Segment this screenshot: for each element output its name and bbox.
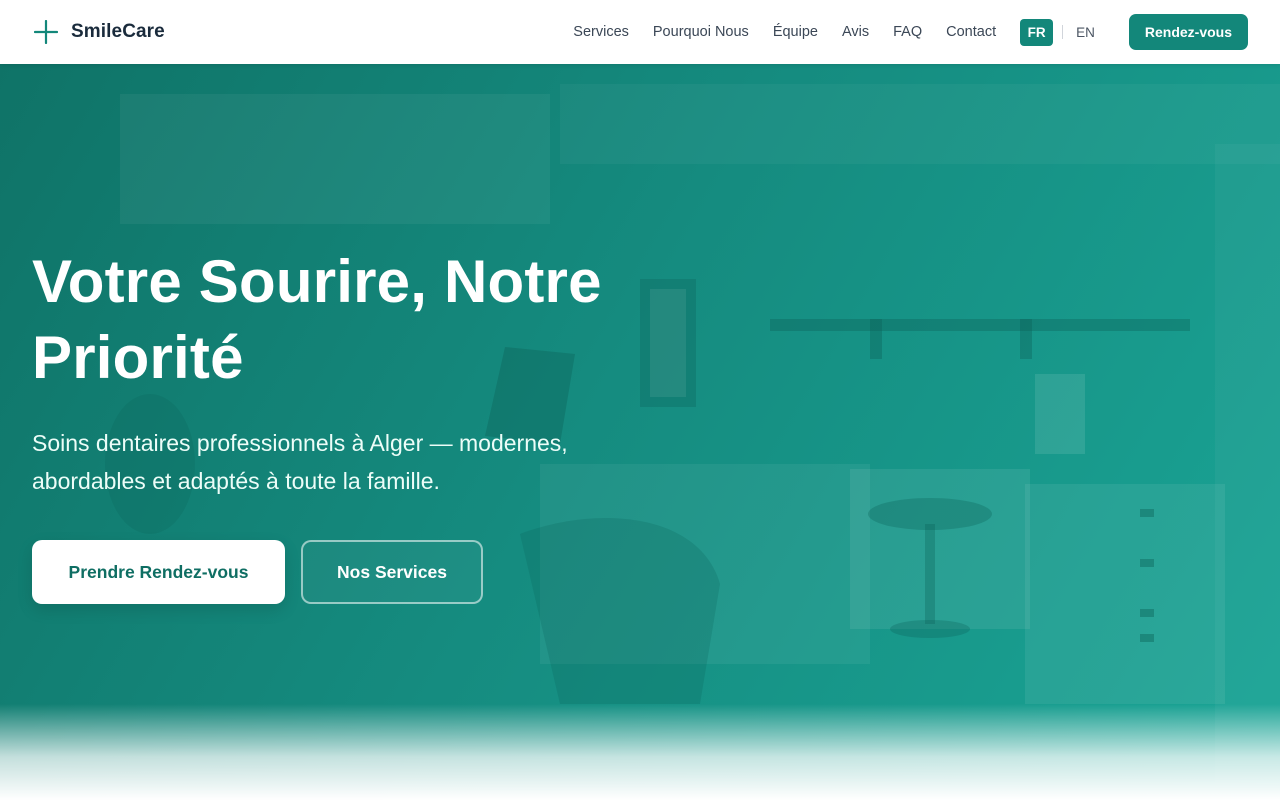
brand-name: SmileCare: [71, 21, 165, 42]
nav-links: Services Pourquoi Nous Équipe Avis FAQ C…: [573, 24, 996, 40]
hero-section: Votre Sourire, Notre Priorité Soins dent…: [0, 64, 1280, 800]
hero-title-line-2: Priorité: [32, 324, 244, 391]
hero-subtitle-line-1: Soins dentaires professionnels à Alger —…: [32, 430, 568, 456]
book-appointment-button[interactable]: Prendre Rendez-vous: [32, 540, 285, 604]
hero-title: Votre Sourire, Notre Priorité: [32, 244, 752, 396]
hero-subtitle-line-2: abordables et adaptés à toute la famille…: [32, 468, 440, 494]
hero-actions: Prendre Rendez-vous Nos Services: [32, 540, 752, 604]
nav-link-contact[interactable]: Contact: [946, 24, 996, 40]
hero-bottom-fade: [0, 704, 1280, 800]
hero-subtitle: Soins dentaires professionnels à Alger —…: [32, 424, 632, 500]
top-navbar: SmileCare Services Pourquoi Nous Équipe …: [0, 0, 1280, 64]
plus-icon: [34, 20, 58, 44]
nav-link-pourquoi-nous[interactable]: Pourquoi Nous: [653, 24, 749, 40]
brand-logo[interactable]: SmileCare: [34, 20, 165, 44]
language-switcher: FR EN: [1020, 18, 1099, 46]
our-services-button[interactable]: Nos Services: [301, 540, 483, 604]
nav-link-services[interactable]: Services: [573, 24, 629, 40]
nav-link-faq[interactable]: FAQ: [893, 24, 922, 40]
hero-title-line-1: Votre Sourire, Notre: [32, 248, 602, 315]
nav-link-avis[interactable]: Avis: [842, 24, 869, 40]
lang-fr-button[interactable]: FR: [1020, 18, 1054, 46]
nav-appointment-button[interactable]: Rendez-vous: [1128, 14, 1248, 50]
lang-en-button[interactable]: EN: [1072, 21, 1099, 44]
nav-link-equipe[interactable]: Équipe: [773, 24, 818, 40]
lang-divider: [1062, 25, 1064, 39]
hero-content: Votre Sourire, Notre Priorité Soins dent…: [32, 244, 752, 604]
